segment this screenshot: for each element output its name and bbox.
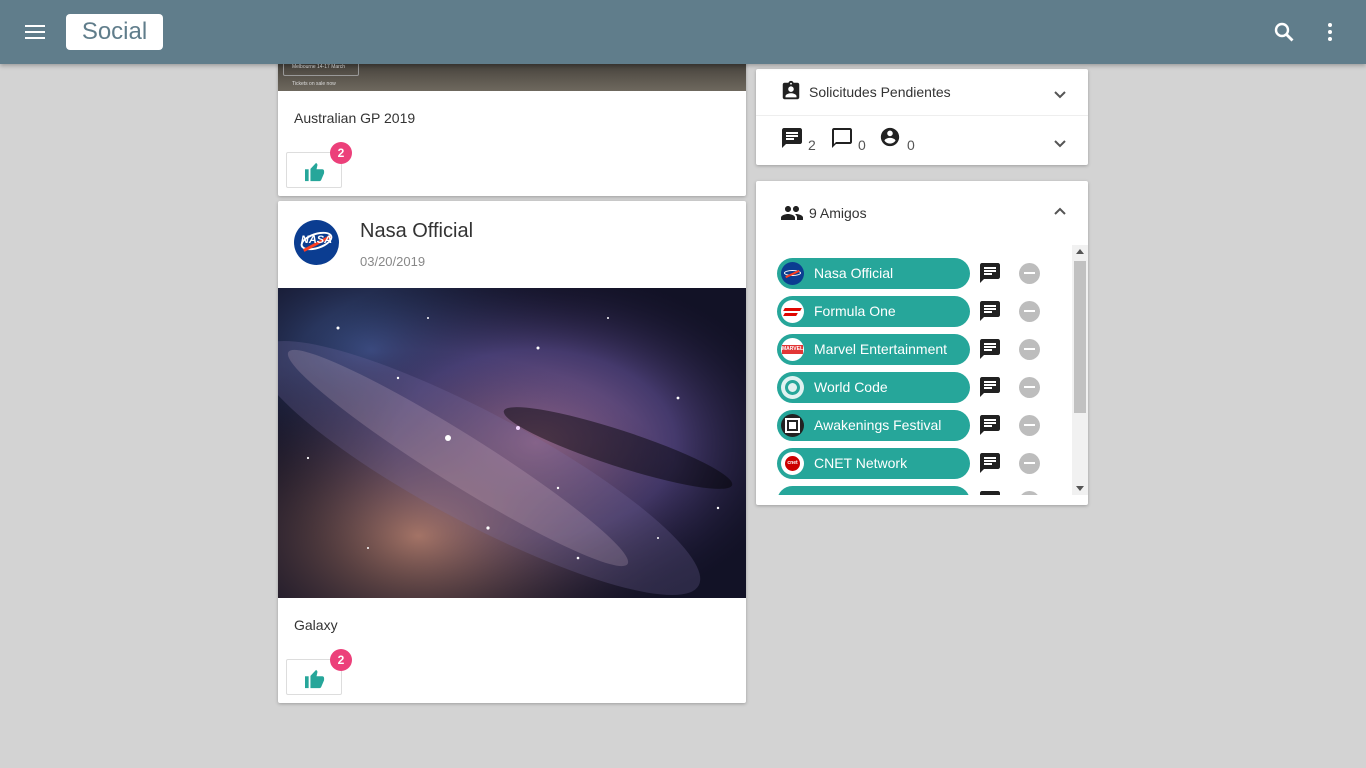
author-avatar[interactable]: NASA bbox=[294, 220, 339, 265]
post-author[interactable]: Nasa Official bbox=[360, 220, 473, 243]
friend-chip[interactable]: MARVEL Marvel Entertainment bbox=[777, 334, 970, 365]
world-code-logo-icon bbox=[781, 376, 804, 399]
friend-name: Nasa Official bbox=[814, 265, 894, 281]
f1-logo-icon bbox=[781, 300, 804, 323]
chats-count: 0 bbox=[858, 137, 866, 153]
list-item: Nasa Official bbox=[756, 258, 1072, 290]
thumb-up-icon bbox=[305, 669, 325, 689]
friends-list[interactable]: Nasa Official Formula One MARVEL Marvel … bbox=[756, 245, 1072, 495]
people-icon bbox=[781, 206, 803, 220]
scroll-up-arrow-icon[interactable] bbox=[1076, 249, 1084, 254]
friend-chip[interactable]: Formula One bbox=[777, 296, 970, 327]
message-icon[interactable] bbox=[978, 375, 1002, 399]
scroll-down-arrow-icon[interactable] bbox=[1076, 486, 1084, 491]
friends-panel: 9 Amigos Nasa Official Formula One MARVE… bbox=[756, 181, 1088, 505]
thumb-up-icon bbox=[305, 162, 325, 182]
scrollbar[interactable] bbox=[1072, 245, 1088, 495]
friend-chip[interactable] bbox=[777, 486, 970, 495]
marvel-logo-icon: MARVEL bbox=[781, 338, 804, 361]
post-caption: Australian GP 2019 bbox=[294, 110, 416, 126]
chevron-down-icon[interactable] bbox=[1048, 83, 1072, 107]
friend-chip[interactable]: Nasa Official bbox=[777, 258, 970, 289]
post-date: 03/20/2019 bbox=[360, 254, 426, 269]
friend-name: Formula One bbox=[814, 303, 896, 319]
post-image bbox=[278, 288, 746, 598]
list-item: World Code bbox=[756, 372, 1072, 404]
list-item: MARVEL Marvel Entertainment bbox=[756, 334, 1072, 366]
friends-title: 9 Amigos bbox=[809, 205, 867, 221]
chevron-down-icon[interactable] bbox=[1048, 132, 1072, 156]
friend-name: World Code bbox=[814, 379, 888, 395]
messages-count: 2 bbox=[808, 137, 816, 153]
like-count-badge: 2 bbox=[330, 649, 352, 671]
message-icon[interactable] bbox=[978, 489, 1002, 495]
remove-friend-icon[interactable] bbox=[1019, 491, 1040, 495]
nasa-logo-icon bbox=[781, 262, 804, 285]
pending-title: Solicitudes Pendientes bbox=[809, 84, 951, 100]
logo-text: cnet bbox=[785, 456, 800, 471]
message-icon[interactable] bbox=[978, 299, 1002, 323]
message-icon[interactable] bbox=[978, 413, 1002, 437]
more-vert-icon[interactable] bbox=[1318, 20, 1342, 44]
like-count-badge: 2 bbox=[330, 142, 352, 164]
pending-requests-panel: Solicitudes Pendientes 2 0 0 bbox=[756, 69, 1088, 165]
list-item: Formula One bbox=[756, 296, 1072, 328]
message-icon[interactable] bbox=[780, 126, 804, 150]
message-icon[interactable] bbox=[978, 451, 1002, 475]
list-item bbox=[756, 486, 1072, 495]
cnet-logo-icon: cnet bbox=[781, 452, 804, 475]
friend-chip[interactable]: World Code bbox=[777, 372, 970, 403]
logo-text: MARVEL bbox=[782, 345, 804, 354]
remove-friend-icon[interactable] bbox=[1019, 453, 1040, 474]
menu-icon[interactable] bbox=[22, 20, 50, 44]
list-item: Awakenings Festival bbox=[756, 410, 1072, 442]
search-icon[interactable] bbox=[1272, 20, 1296, 44]
friend-name: Awakenings Festival bbox=[814, 417, 942, 433]
requests-count: 0 bbox=[907, 137, 915, 153]
friend-name: Marvel Entertainment bbox=[814, 341, 948, 357]
post-card: Melbourne 14-17 March Tickets on sale no… bbox=[278, 50, 746, 196]
remove-friend-icon[interactable] bbox=[1019, 263, 1040, 284]
friend-chip[interactable]: Awakenings Festival bbox=[777, 410, 970, 441]
remove-friend-icon[interactable] bbox=[1019, 339, 1040, 360]
scrollbar-thumb[interactable] bbox=[1074, 261, 1086, 413]
remove-friend-icon[interactable] bbox=[1019, 415, 1040, 436]
friend-name: CNET Network bbox=[814, 455, 908, 471]
app-brand[interactable]: Social bbox=[66, 14, 163, 50]
post-caption: Galaxy bbox=[294, 617, 338, 633]
image-text: Melbourne 14-17 March bbox=[292, 64, 346, 70]
app-toolbar: Social bbox=[0, 0, 1366, 64]
avatar-text: NASA bbox=[300, 234, 333, 246]
friend-chip[interactable]: cnet CNET Network bbox=[777, 448, 970, 479]
post-card: NASA Nasa Official 03/20/2019 Galaxy 2 bbox=[278, 201, 746, 703]
divider bbox=[756, 115, 1088, 116]
remove-friend-icon[interactable] bbox=[1019, 301, 1040, 322]
assignment-ind-icon bbox=[782, 80, 800, 100]
message-icon[interactable] bbox=[978, 337, 1002, 361]
remove-friend-icon[interactable] bbox=[1019, 377, 1040, 398]
chat-bubble-outline-icon[interactable] bbox=[830, 126, 854, 150]
image-text: Tickets on sale now bbox=[292, 81, 336, 87]
message-icon[interactable] bbox=[978, 261, 1002, 285]
list-item: cnet CNET Network bbox=[756, 448, 1072, 480]
account-circle-icon[interactable] bbox=[879, 126, 901, 148]
chevron-up-icon[interactable] bbox=[1048, 199, 1072, 223]
awakenings-logo-icon bbox=[781, 414, 804, 437]
